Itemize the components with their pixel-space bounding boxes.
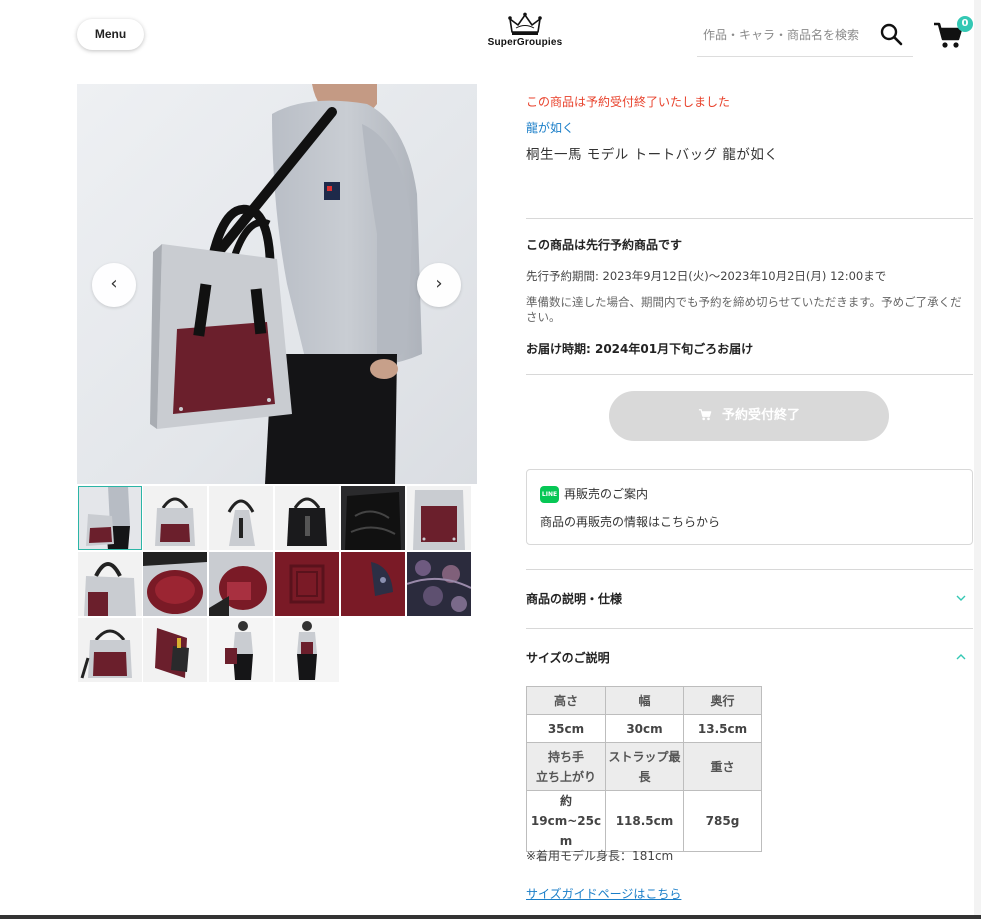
delivery-date: お届け時期: 2024年01月下旬ごろお届け [526,342,754,356]
divider [526,218,973,219]
preorder-period: 先行予約期間: 2023年9月12日(火)〜2023年10月2日(月) 12:0… [526,269,887,283]
thumbnail[interactable] [78,552,142,616]
table-header-cell: ストラップ最 長 [605,742,684,791]
thumbnail[interactable] [275,486,339,550]
table-cell: 13.5cm [683,714,762,743]
accordion-size-description[interactable]: サイズのご説明 [526,649,973,669]
cart-icon [698,408,712,420]
thumbnail[interactable] [209,486,273,550]
preorder-heading: この商品は先行予約商品です [526,238,683,252]
resale-title: 再販売のご案内 [564,487,649,501]
reserve-closed-button[interactable]: 予約受付終了 [609,391,889,441]
thumbnail[interactable] [275,552,339,616]
thumbnail[interactable] [209,552,273,616]
cart-count-badge: 0 [957,16,973,32]
divider [526,374,973,375]
accordion-label: サイズのご説明 [526,651,610,665]
table-cell: 約19cm~25c m [526,790,606,852]
thumbnail[interactable] [143,486,207,550]
table-cell: 785g [683,790,762,852]
thumbnail[interactable] [78,618,142,682]
divider [526,628,973,629]
chevron-up-icon [956,654,966,660]
model-height-note: ※着用モデル身長：181cm [526,849,674,863]
preorder-note: 準備数に達した場合、期間内でも予約を締め切らせていただきます。予めご了承ください… [526,295,962,324]
resale-text: 商品の再販売の情報はこちらから [540,515,721,529]
table-header-cell: 幅 [605,686,684,715]
site-logo[interactable]: SuperGroupies [478,12,572,54]
series-link[interactable]: 龍が如く [526,119,574,136]
product-title: 桐生一馬 モデル トートバッグ 龍が如く [526,147,779,163]
menu-button[interactable]: Menu [77,19,144,50]
thumbnail[interactable] [275,618,339,682]
gallery-prev-button[interactable]: ‹ [92,263,136,307]
thumbnail[interactable] [407,552,471,616]
resale-info-card[interactable]: LINE 再販売のご案内 商品の再販売の情報はこちらから [526,469,973,545]
table-cell: 35cm [526,714,606,743]
logo-text: SuperGroupies [487,37,563,48]
size-guide-link[interactable]: サイズガイドページはこちら [526,885,681,902]
table-header-cell: 奥行 [683,686,762,715]
table-header-cell: 持ち手 立ち上がり [526,742,606,791]
gallery-next-button[interactable]: › [417,263,461,307]
table-cell: 30cm [605,714,684,743]
size-table: 高さ 幅 奥行 35cm 30cm 13.5cm 持ち手 立ち上がり ストラップ… [526,686,762,852]
thumbnail[interactable] [341,486,405,550]
thumbnail[interactable] [341,552,405,616]
accordion-label: 商品の説明・仕様 [526,592,623,606]
thumbnail[interactable] [143,552,207,616]
divider [526,569,973,570]
line-icon: LINE [540,486,559,503]
search-icon[interactable] [879,22,903,46]
reserve-button-label: 予約受付終了 [721,408,800,423]
thumbnail[interactable] [209,618,273,682]
thumbnail[interactable] [143,618,207,682]
accordion-product-description[interactable]: 商品の説明・仕様 [526,590,973,610]
reservation-closed-notice: この商品は予約受付終了いたしました [526,95,731,109]
table-header-cell: 重さ [683,742,762,791]
chevron-down-icon [956,595,966,601]
bottom-bar [0,915,981,919]
table-header-cell: 高さ [526,686,606,715]
crown-icon [508,12,542,35]
thumbnail[interactable] [407,486,471,550]
table-cell: 118.5cm [605,790,684,852]
scrollbar[interactable] [974,0,981,919]
search-bar [697,18,913,57]
thumbnail[interactable] [78,486,142,550]
search-input[interactable] [703,24,873,46]
